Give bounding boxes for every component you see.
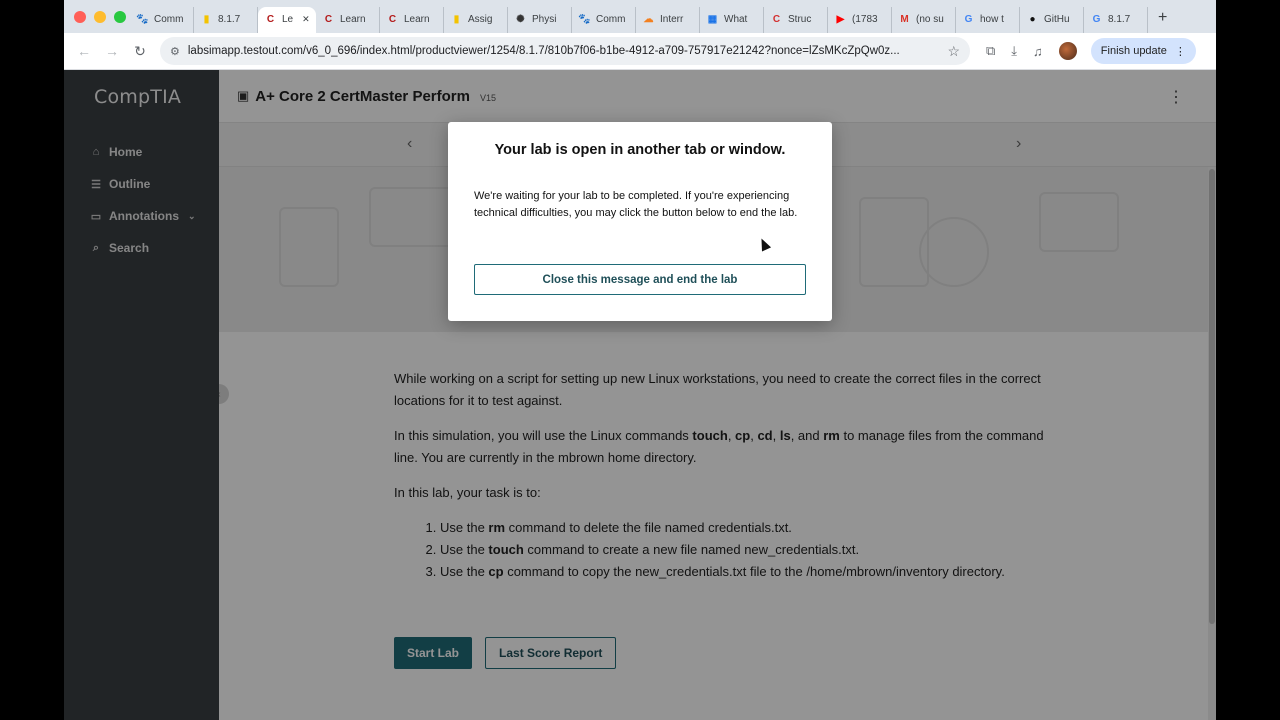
- c-logo-icon: C: [324, 13, 333, 25]
- browser-toolbar: ← → ↻ ⚙ labsimapp.testout.com/v6_0_696/i…: [64, 33, 1216, 70]
- calendar-icon: ▦: [707, 13, 718, 25]
- site-info-icon[interactable]: ⚙: [170, 45, 180, 58]
- lab-open-dialog: Your lab is open in another tab or windo…: [448, 122, 832, 321]
- tab-label: (1783: [852, 14, 878, 25]
- window-controls: [64, 10, 130, 23]
- browser-tab[interactable]: C Le ✕: [258, 6, 316, 33]
- toolbar-icons: ⧉ ⤓ ♫: [986, 42, 1077, 60]
- media-control-icon[interactable]: ♫: [1033, 44, 1043, 59]
- yellow-book-icon: ▮: [453, 13, 460, 25]
- c-logo-icon: C: [772, 13, 781, 25]
- end-lab-button[interactable]: Close this message and end the lab: [474, 264, 806, 295]
- browser-tab[interactable]: Ghow t: [956, 6, 1020, 33]
- c-logo-icon: C: [266, 13, 275, 25]
- youtube-icon: ▶: [836, 13, 845, 25]
- dialog-body: We're waiting for your lab to be complet…: [474, 190, 798, 219]
- openai-icon: ✺: [516, 13, 525, 25]
- tab-label: Comm: [596, 14, 626, 25]
- bookmark-star-icon[interactable]: ☆: [947, 43, 960, 60]
- tab-label: Comm: [154, 14, 184, 25]
- tab-label: 8.1.7: [218, 14, 241, 25]
- tab-label: GitHu: [1044, 14, 1070, 25]
- browser-tab[interactable]: ● GitHu: [1020, 6, 1084, 33]
- tab-label: Assig: [468, 14, 493, 25]
- back-arrow-icon[interactable]: ←: [70, 43, 98, 59]
- tab-label: Physi: [532, 14, 557, 25]
- close-tab-icon[interactable]: ✕: [302, 14, 310, 25]
- browser-tab[interactable]: C Struc: [764, 6, 828, 33]
- reload-icon[interactable]: ↻: [126, 43, 154, 60]
- paw-icon: 🐾: [578, 13, 591, 25]
- yellow-book-icon: ▮: [203, 13, 210, 25]
- tab-strip: 🐾 Comm ▮ 8.1.7 C Le ✕ C Learn C Learn ▮ Assig ✺ Physi 🐾…: [64, 0, 1216, 33]
- tab-label: Learn: [404, 14, 430, 25]
- tab-label: Le: [282, 14, 294, 25]
- browser-tab[interactable]: ▦ What: [700, 6, 764, 33]
- new-tab-button[interactable]: +: [1148, 9, 1177, 27]
- tab-label: Interr: [660, 14, 684, 25]
- labsim-app: CompTIA ⌂ Home ☰ Outline ▭ Annotations ⌄ ⌕ Searc…: [64, 70, 1216, 720]
- finish-update-button[interactable]: Finish update ⋮: [1090, 38, 1196, 64]
- tab-label: Learn: [340, 14, 366, 25]
- tabs: 🐾 Comm ▮ 8.1.7 C Le ✕ C Learn C Learn ▮ Assig ✺ Physi 🐾…: [130, 0, 1148, 33]
- browser-tab[interactable]: C Learn: [316, 6, 380, 33]
- gmail-icon: M: [900, 13, 909, 25]
- close-window-button[interactable]: [74, 10, 86, 23]
- minimize-window-button[interactable]: [94, 10, 106, 23]
- paw-icon: 🐾: [136, 13, 149, 25]
- browser-tab[interactable]: ☁ Interr: [636, 6, 700, 33]
- url-text[interactable]: labsimapp.testout.com/v6_0_696/index.htm…: [188, 45, 940, 57]
- browser-tab[interactable]: ▮ Assig: [444, 6, 508, 33]
- c-logo-icon: C: [388, 13, 397, 25]
- modal-overlay: Your lab is open in another tab or windo…: [64, 70, 1216, 720]
- browser-tab[interactable]: G 8.1.7: [1084, 6, 1148, 33]
- lens-icon[interactable]: ⧉: [986, 43, 995, 59]
- browser-tab[interactable]: 🐾 Comm: [572, 6, 636, 33]
- browser-tab[interactable]: M (no su: [892, 6, 956, 33]
- browser-tab[interactable]: ✺ Physi: [508, 6, 572, 33]
- browser-tab[interactable]: C Learn: [380, 6, 444, 33]
- browser-tab[interactable]: ▶ (1783: [828, 6, 892, 33]
- google-icon: G: [964, 13, 973, 25]
- address-bar[interactable]: ⚙ labsimapp.testout.com/v6_0_696/index.h…: [160, 37, 970, 65]
- tab-label: Struc: [788, 14, 812, 25]
- browser-tab[interactable]: 🐾 Comm: [130, 6, 194, 33]
- dialog-title: Your lab is open in another tab or windo…: [494, 142, 786, 158]
- maximize-window-button[interactable]: [114, 10, 126, 23]
- tab-label: (no su: [916, 14, 944, 25]
- profile-avatar[interactable]: [1058, 42, 1077, 60]
- download-icon[interactable]: ⤓: [1011, 43, 1017, 59]
- tab-label: how t: [980, 14, 1004, 25]
- forward-arrow-icon[interactable]: →: [98, 43, 126, 59]
- browser-tab[interactable]: ▮ 8.1.7: [194, 6, 258, 33]
- github-icon: ●: [1029, 13, 1036, 25]
- google-icon: G: [1092, 13, 1101, 25]
- tab-label: What: [724, 14, 748, 25]
- finish-update-label: Finish update: [1100, 45, 1167, 57]
- kebab-menu-icon: ⋮: [1174, 45, 1186, 58]
- cloud-icon: ☁: [643, 13, 654, 25]
- browser-window: 🐾 Comm ▮ 8.1.7 C Le ✕ C Learn C Learn ▮ Assig ✺ Physi 🐾…: [64, 0, 1216, 720]
- tab-label: 8.1.7: [1108, 14, 1131, 25]
